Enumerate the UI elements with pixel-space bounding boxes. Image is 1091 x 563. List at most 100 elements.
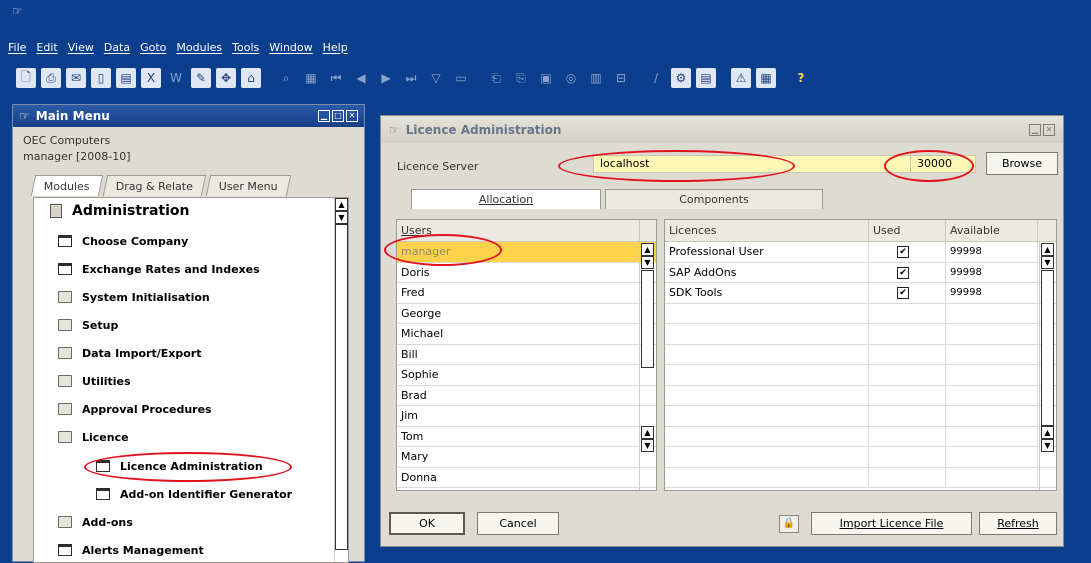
tab-user-menu[interactable]: User Menu	[205, 175, 291, 196]
drill-icon[interactable]: ⊟	[611, 68, 631, 88]
base-document-icon[interactable]: ⎗	[486, 68, 506, 88]
available-header[interactable]: Available	[946, 220, 1038, 241]
used-checkbox[interactable]: ✔	[897, 287, 909, 299]
maximize-icon[interactable]: □	[332, 110, 344, 122]
window-menu-icon[interactable]: ☞	[389, 123, 400, 137]
menu-item-exchange-rates[interactable]: Exchange Rates and Indexes	[58, 256, 260, 282]
browse-button[interactable]: Browse	[986, 152, 1058, 175]
tab-components[interactable]: Components	[605, 189, 823, 209]
ok-button[interactable]: OK	[389, 512, 465, 535]
licences-header[interactable]: Licences	[665, 220, 869, 241]
add-icon[interactable]: ▦	[301, 68, 321, 88]
tab-allocation[interactable]: Allocation	[411, 189, 601, 209]
close-icon[interactable]: ✕	[1043, 123, 1055, 136]
app-system-icon[interactable]: ☞	[12, 4, 26, 18]
last-record-icon[interactable]: ⏭	[401, 68, 421, 88]
next-record-icon[interactable]: ▶	[376, 68, 396, 88]
scroll-up-icon[interactable]: ▲	[335, 198, 348, 211]
email-icon[interactable]: ✉	[66, 68, 86, 88]
section-administration[interactable]: Administration	[50, 198, 189, 224]
menu-item-utilities[interactable]: Utilities	[58, 368, 131, 394]
payment-icon[interactable]: ◎	[561, 68, 581, 88]
design-icon[interactable]: ⚙	[671, 68, 691, 88]
table-row[interactable]: Michael	[397, 324, 656, 345]
fax-icon[interactable]: ⌂	[241, 68, 261, 88]
menu-item-alerts-management[interactable]: Alerts Management	[58, 537, 204, 563]
table-row[interactable]: SDK Tools ✔ 99998	[665, 283, 1056, 304]
menu-edit[interactable]: Edit	[31, 41, 62, 54]
scroll-down-icon[interactable]: ▼	[1041, 439, 1054, 452]
scroll-thumb[interactable]	[335, 224, 348, 550]
used-checkbox[interactable]: ✔	[897, 266, 909, 279]
find-icon[interactable]: ⌕	[276, 68, 296, 88]
previous-record-icon[interactable]: ◀	[351, 68, 371, 88]
export-excel-icon[interactable]: ▤	[116, 68, 136, 88]
scroll-down-icon[interactable]: ▼	[1041, 256, 1054, 269]
launch-icon[interactable]: ✎	[191, 68, 211, 88]
cancel-button[interactable]: Cancel	[477, 512, 559, 535]
scroll-up-icon[interactable]: ▲	[641, 243, 654, 256]
sms-icon[interactable]: ▯	[91, 68, 111, 88]
used-header[interactable]: Used	[869, 220, 946, 241]
menu-item-setup[interactable]: Setup	[58, 312, 118, 338]
help-icon[interactable]: ?	[791, 68, 811, 88]
menu-window[interactable]: Window	[264, 41, 317, 54]
menu-modules[interactable]: Modules	[171, 41, 227, 54]
licences-scrollbar[interactable]: ▲ ▼ ▲ ▼	[1039, 242, 1056, 490]
menu-tools[interactable]: Tools	[227, 41, 264, 54]
table-row[interactable]: Sophie	[397, 365, 656, 386]
menu-goto[interactable]: Goto	[135, 41, 171, 54]
menu-item-licence[interactable]: Licence	[58, 424, 129, 450]
menu-item-addon-identifier-generator[interactable]: Add-on Identifier Generator	[96, 481, 292, 507]
used-checkbox[interactable]: ✔	[897, 246, 909, 258]
menu-item-add-ons[interactable]: Add-ons	[58, 509, 133, 535]
scroll-up-icon[interactable]: ▲	[1041, 243, 1054, 256]
menu-item-system-initialisation[interactable]: System Initialisation	[58, 284, 210, 310]
excel-icon[interactable]: X	[141, 68, 161, 88]
table-row[interactable]: Fred	[397, 283, 656, 304]
lock-screen-icon[interactable]: ✥	[216, 68, 236, 88]
menu-help[interactable]: Help	[318, 41, 353, 54]
menu-view[interactable]: View	[63, 41, 99, 54]
table-row[interactable]: Donna	[397, 467, 656, 488]
scroll-thumb[interactable]	[1041, 270, 1054, 426]
sort-icon[interactable]: ▭	[451, 68, 471, 88]
tab-modules[interactable]: Modules	[30, 175, 103, 196]
module-tree-scrollbar[interactable]: ▲ ▼	[334, 198, 348, 562]
minimize-icon[interactable]: ▁	[318, 110, 330, 122]
first-record-icon[interactable]: ⏮	[326, 68, 346, 88]
table-row[interactable]: Brad	[397, 385, 656, 406]
form-settings-icon[interactable]: ∕	[646, 68, 666, 88]
target-document-icon[interactable]: ⎘	[511, 68, 531, 88]
print-icon[interactable]: ⎙	[41, 68, 61, 88]
table-row[interactable]: Jim	[397, 406, 656, 427]
calendar-icon[interactable]: ▦	[756, 68, 776, 88]
table-row[interactable]: George	[397, 303, 656, 324]
close-icon[interactable]: ✕	[346, 110, 358, 122]
table-row[interactable]: Bill	[397, 344, 656, 365]
table-row[interactable]: Tom	[397, 426, 656, 447]
table-row[interactable]: Mary	[397, 447, 656, 468]
gross-profit-icon[interactable]: ▥	[586, 68, 606, 88]
journal-icon[interactable]: ▣	[536, 68, 556, 88]
minimize-icon[interactable]: ▁	[1029, 123, 1041, 136]
menu-file[interactable]: File	[3, 41, 31, 54]
preview-icon[interactable]: 🗋	[16, 68, 36, 88]
menu-item-approval-procedures[interactable]: Approval Procedures	[58, 396, 212, 422]
scroll-thumb[interactable]	[641, 270, 654, 368]
refresh-button[interactable]: Refresh	[979, 512, 1057, 535]
alert-icon[interactable]: ⚠	[731, 68, 751, 88]
word-icon[interactable]: W	[166, 68, 186, 88]
scroll-up-icon[interactable]: ▲	[641, 426, 654, 439]
scroll-down-icon[interactable]: ▼	[641, 439, 654, 452]
menu-data[interactable]: Data	[99, 41, 135, 54]
filter-icon[interactable]: ▽	[426, 68, 446, 88]
menu-item-choose-company[interactable]: Choose Company	[58, 228, 188, 254]
scroll-up-icon[interactable]: ▲	[1041, 426, 1054, 439]
table-row[interactable]: Professional User ✔ 99998	[665, 242, 1056, 263]
menu-item-data-import-export[interactable]: Data Import/Export	[58, 340, 201, 366]
users-scrollbar[interactable]: ▲ ▼ ▲ ▼	[639, 242, 656, 490]
settings-icon[interactable]: ▤	[696, 68, 716, 88]
import-licence-file-button[interactable]: Import Licence File	[811, 512, 972, 535]
scroll-down-icon[interactable]: ▼	[335, 211, 348, 224]
